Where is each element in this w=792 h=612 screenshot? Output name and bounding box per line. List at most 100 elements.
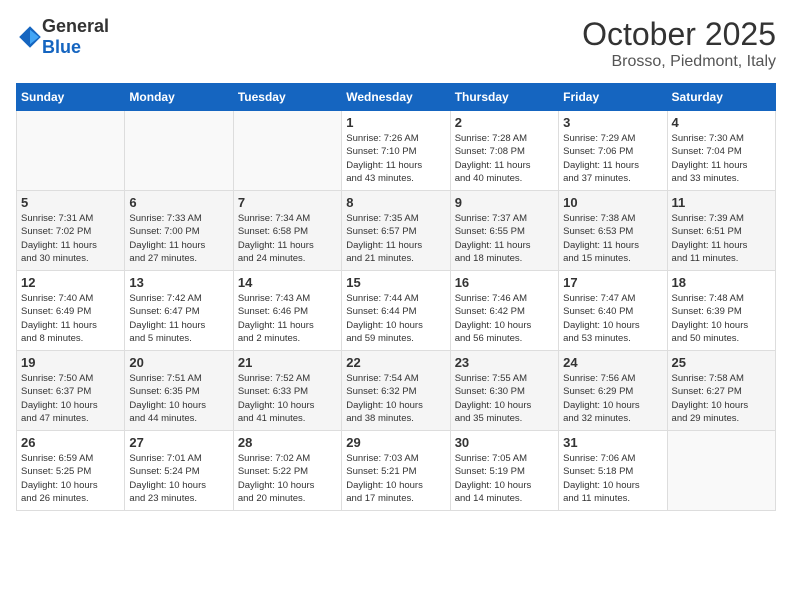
day-info: Sunrise: 7:43 AM Sunset: 6:46 PM Dayligh… [238,292,337,345]
location-title: Brosso, Piedmont, Italy [582,53,776,71]
day-info: Sunrise: 7:30 AM Sunset: 7:04 PM Dayligh… [672,132,771,185]
day-number: 7 [238,195,337,210]
day-info: Sunrise: 7:52 AM Sunset: 6:33 PM Dayligh… [238,372,337,425]
day-number: 14 [238,275,337,290]
day-number: 4 [672,115,771,130]
day-info: Sunrise: 7:03 AM Sunset: 5:21 PM Dayligh… [346,452,445,505]
day-number: 3 [563,115,662,130]
day-number: 2 [455,115,554,130]
day-info: Sunrise: 7:01 AM Sunset: 5:24 PM Dayligh… [129,452,228,505]
calendar-day-cell: 15 Sunrise: 7:44 AM Sunset: 6:44 PM Dayli… [342,271,450,351]
day-info: Sunrise: 7:46 AM Sunset: 6:42 PM Dayligh… [455,292,554,345]
day-info: Sunrise: 7:56 AM Sunset: 6:29 PM Dayligh… [563,372,662,425]
logo-blue: Blue [42,37,81,57]
calendar-day-cell: 18 Sunrise: 7:48 AM Sunset: 6:39 PM Dayli… [667,271,775,351]
calendar-day-cell: 17 Sunrise: 7:47 AM Sunset: 6:40 PM Dayli… [559,271,667,351]
calendar-day-cell: 12Sunrise: 7:40 AM Sunset: 6:49 PM Dayli… [17,271,125,351]
calendar-day-cell: 9 Sunrise: 7:37 AM Sunset: 6:55 PM Daylig… [450,191,558,271]
day-number: 16 [455,275,554,290]
calendar-day-cell: 30 Sunrise: 7:05 AM Sunset: 5:19 PM Dayli… [450,431,558,511]
day-info: Sunrise: 7:34 AM Sunset: 6:58 PM Dayligh… [238,212,337,265]
weekday-header: Friday [559,84,667,111]
page-header: General Blue October 2025 Brosso, Piedmo… [16,16,776,71]
day-number: 30 [455,435,554,450]
calendar-day-cell: 22 Sunrise: 7:54 AM Sunset: 6:32 PM Dayli… [342,351,450,431]
day-info: Sunrise: 7:47 AM Sunset: 6:40 PM Dayligh… [563,292,662,345]
day-info: Sunrise: 7:37 AM Sunset: 6:55 PM Dayligh… [455,212,554,265]
calendar-day-cell [667,431,775,511]
day-number: 29 [346,435,445,450]
day-info: Sunrise: 7:35 AM Sunset: 6:57 PM Dayligh… [346,212,445,265]
calendar-header-row: SundayMondayTuesdayWednesdayThursdayFrid… [17,84,776,111]
day-info: Sunrise: 7:51 AM Sunset: 6:35 PM Dayligh… [129,372,228,425]
calendar-table: SundayMondayTuesdayWednesdayThursdayFrid… [16,83,776,511]
day-number: 15 [346,275,445,290]
weekday-header: Thursday [450,84,558,111]
calendar-day-cell: 23 Sunrise: 7:55 AM Sunset: 6:30 PM Dayli… [450,351,558,431]
calendar-day-cell: 19 Sunrise: 7:50 AM Sunset: 6:37 PM Dayli… [17,351,125,431]
title-block: October 2025 Brosso, Piedmont, Italy [582,16,776,71]
calendar-day-cell: 7 Sunrise: 7:34 AM Sunset: 6:58 PM Daylig… [233,191,341,271]
calendar-week-row: 19 Sunrise: 7:50 AM Sunset: 6:37 PM Dayli… [17,351,776,431]
day-info: Sunrise: 7:29 AM Sunset: 7:06 PM Dayligh… [563,132,662,185]
day-info: Sunrise: 7:54 AM Sunset: 6:32 PM Dayligh… [346,372,445,425]
calendar-day-cell: 13Sunrise: 7:42 AM Sunset: 6:47 PM Dayli… [125,271,233,351]
day-number: 6 [129,195,228,210]
calendar-day-cell: 31 Sunrise: 7:06 AM Sunset: 5:18 PM Dayli… [559,431,667,511]
calendar-week-row: 26Sunrise: 6:59 AM Sunset: 5:25 PM Dayli… [17,431,776,511]
calendar-day-cell [17,111,125,191]
calendar-day-cell: 5 Sunrise: 7:31 AM Sunset: 7:02 PM Daylig… [17,191,125,271]
day-number: 20 [129,355,228,370]
calendar-day-cell: 11Sunrise: 7:39 AM Sunset: 6:51 PM Dayli… [667,191,775,271]
day-info: Sunrise: 7:55 AM Sunset: 6:30 PM Dayligh… [455,372,554,425]
day-number: 21 [238,355,337,370]
day-number: 9 [455,195,554,210]
day-info: Sunrise: 7:58 AM Sunset: 6:27 PM Dayligh… [672,372,771,425]
calendar-day-cell: 6Sunrise: 7:33 AM Sunset: 7:00 PM Daylig… [125,191,233,271]
day-info: Sunrise: 7:48 AM Sunset: 6:39 PM Dayligh… [672,292,771,345]
day-info: Sunrise: 7:06 AM Sunset: 5:18 PM Dayligh… [563,452,662,505]
day-info: Sunrise: 7:31 AM Sunset: 7:02 PM Dayligh… [21,212,120,265]
day-info: Sunrise: 7:28 AM Sunset: 7:08 PM Dayligh… [455,132,554,185]
day-number: 22 [346,355,445,370]
logo-icon [18,25,42,49]
day-number: 8 [346,195,445,210]
calendar-day-cell [125,111,233,191]
calendar-day-cell [233,111,341,191]
day-number: 31 [563,435,662,450]
logo-general: General [42,16,109,36]
month-title: October 2025 [582,16,776,53]
day-info: Sunrise: 6:59 AM Sunset: 5:25 PM Dayligh… [21,452,120,505]
calendar-day-cell: 10Sunrise: 7:38 AM Sunset: 6:53 PM Dayli… [559,191,667,271]
day-info: Sunrise: 7:02 AM Sunset: 5:22 PM Dayligh… [238,452,337,505]
calendar-day-cell: 3 Sunrise: 7:29 AM Sunset: 7:06 PM Daylig… [559,111,667,191]
logo: General Blue [16,16,109,58]
day-info: Sunrise: 7:44 AM Sunset: 6:44 PM Dayligh… [346,292,445,345]
day-info: Sunrise: 7:40 AM Sunset: 6:49 PM Dayligh… [21,292,120,345]
calendar-day-cell: 24Sunrise: 7:56 AM Sunset: 6:29 PM Dayli… [559,351,667,431]
day-info: Sunrise: 7:26 AM Sunset: 7:10 PM Dayligh… [346,132,445,185]
calendar-day-cell: 28Sunrise: 7:02 AM Sunset: 5:22 PM Dayli… [233,431,341,511]
day-number: 25 [672,355,771,370]
day-info: Sunrise: 7:05 AM Sunset: 5:19 PM Dayligh… [455,452,554,505]
weekday-header: Wednesday [342,84,450,111]
day-info: Sunrise: 7:38 AM Sunset: 6:53 PM Dayligh… [563,212,662,265]
calendar-day-cell: 1 Sunrise: 7:26 AM Sunset: 7:10 PM Daylig… [342,111,450,191]
day-number: 17 [563,275,662,290]
calendar-week-row: 12Sunrise: 7:40 AM Sunset: 6:49 PM Dayli… [17,271,776,351]
day-number: 5 [21,195,120,210]
day-number: 27 [129,435,228,450]
day-number: 1 [346,115,445,130]
calendar-day-cell: 29 Sunrise: 7:03 AM Sunset: 5:21 PM Dayli… [342,431,450,511]
day-info: Sunrise: 7:50 AM Sunset: 6:37 PM Dayligh… [21,372,120,425]
calendar-week-row: 5 Sunrise: 7:31 AM Sunset: 7:02 PM Daylig… [17,191,776,271]
day-number: 18 [672,275,771,290]
calendar-day-cell: 25 Sunrise: 7:58 AM Sunset: 6:27 PM Dayli… [667,351,775,431]
day-number: 19 [21,355,120,370]
calendar-day-cell: 16 Sunrise: 7:46 AM Sunset: 6:42 PM Dayli… [450,271,558,351]
day-number: 13 [129,275,228,290]
weekday-header: Sunday [17,84,125,111]
calendar-day-cell: 2 Sunrise: 7:28 AM Sunset: 7:08 PM Daylig… [450,111,558,191]
day-number: 11 [672,195,771,210]
day-number: 23 [455,355,554,370]
